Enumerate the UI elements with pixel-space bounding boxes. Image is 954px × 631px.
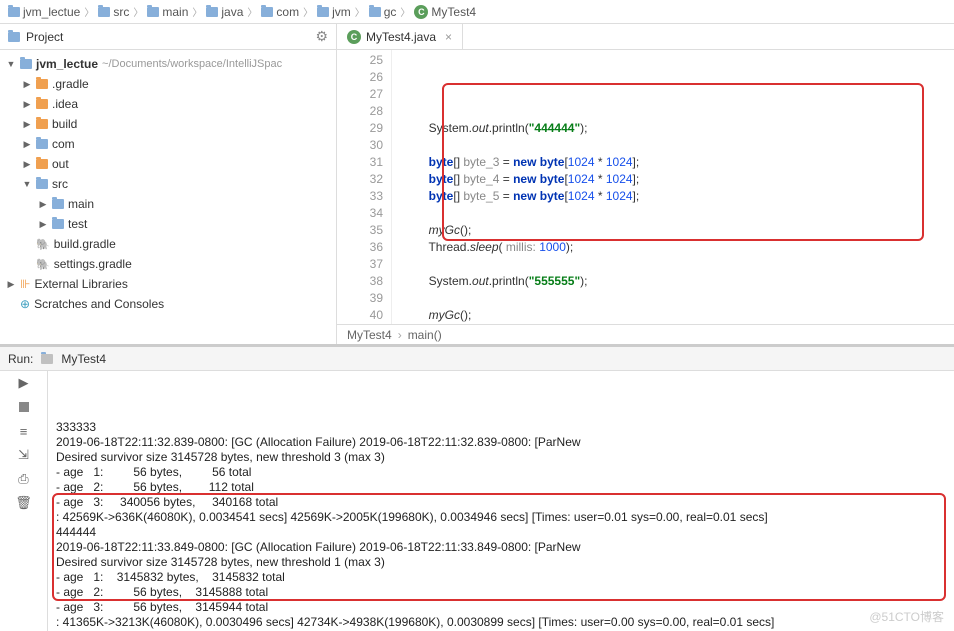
rerun-icon[interactable]: ▶	[16, 375, 32, 391]
watermark: @51CTO博客	[869, 608, 944, 625]
console-line: 333333	[56, 420, 946, 435]
tree-item[interactable]: ▶main	[0, 194, 336, 214]
editor-body[interactable]: 25262728293031323334353637383940414243 S…	[337, 50, 954, 324]
folder-icon	[36, 139, 48, 149]
breadcrumb-item[interactable]: gc	[369, 5, 397, 19]
print-icon[interactable]: ⎙	[16, 471, 32, 487]
gradle-icon: 🐘	[36, 258, 50, 271]
breadcrumb-item[interactable]: main	[147, 5, 188, 19]
class-icon: C	[347, 30, 361, 44]
tab-mytest4[interactable]: C MyTest4.java ×	[337, 24, 463, 49]
console-line: Desired survivor size 3145728 bytes, new…	[56, 450, 946, 465]
code-area[interactable]: System.out.println("444444"); byte[] byt…	[392, 50, 954, 324]
run-header: Run: MyTest4	[0, 347, 954, 371]
tree-item[interactable]: ▶test	[0, 214, 336, 234]
folder-icon	[20, 59, 32, 69]
run-config-icon	[41, 354, 53, 364]
folder-icon	[36, 79, 48, 89]
external-libraries[interactable]: ▶ ⊪ External Libraries	[0, 274, 336, 294]
code-line[interactable]: Thread.sleep( millis: 1000);	[402, 239, 954, 256]
tree-root[interactable]: ▼ jvm_lectue ~/Documents/workspace/Intel…	[0, 54, 336, 74]
tree-item[interactable]: ▶com	[0, 134, 336, 154]
tree-item[interactable]: ▶out	[0, 154, 336, 174]
console-output[interactable]: 3333332019-06-18T22:11:32.839-0800: [GC …	[48, 371, 954, 631]
editor-panel: C MyTest4.java × 25262728293031323334353…	[337, 24, 954, 344]
folder-icon	[36, 119, 48, 129]
run-tool-window: Run: MyTest4 ▶ ≡ ⇲ ⎙ 🗑 3333332019-06-18T…	[0, 344, 954, 631]
close-icon[interactable]: ×	[445, 30, 452, 44]
folder-icon	[369, 7, 381, 17]
tree-item[interactable]: 🐘build.gradle	[0, 234, 336, 254]
project-header[interactable]: Project ⚙	[0, 24, 336, 50]
line-gutter: 25262728293031323334353637383940414243	[337, 50, 392, 324]
folder-icon	[52, 219, 64, 229]
folder-icon	[98, 7, 110, 17]
folder-icon	[52, 199, 64, 209]
project-tool-window: Project ⚙ ▼ jvm_lectue ~/Documents/works…	[0, 24, 337, 344]
scratches[interactable]: ⊕ Scratches and Consoles	[0, 294, 336, 314]
code-line[interactable]	[402, 290, 954, 307]
folder-icon	[261, 7, 273, 17]
editor-breadcrumb[interactable]: MyTest4 › main()	[337, 324, 954, 344]
tree-item[interactable]: ▼src	[0, 174, 336, 194]
folder-icon	[8, 7, 20, 17]
run-label: Run:	[8, 352, 33, 366]
export-icon[interactable]: ⇲	[16, 447, 32, 463]
code-line[interactable]	[402, 256, 954, 273]
gradle-icon: 🐘	[36, 238, 50, 251]
run-toolbar: ▶ ≡ ⇲ ⎙ 🗑	[0, 371, 48, 631]
code-line[interactable]: System.out.println("555555");	[402, 273, 954, 290]
editor-tabs: C MyTest4.java ×	[337, 24, 954, 50]
class-icon: C	[414, 5, 428, 19]
project-title: Project	[26, 30, 63, 44]
folder-icon	[317, 7, 329, 17]
tree-item[interactable]: 🐘settings.gradle	[0, 254, 336, 274]
tree-item[interactable]: ▶.gradle	[0, 74, 336, 94]
folder-icon	[147, 7, 159, 17]
breadcrumb-item[interactable]: jvm_lectue	[8, 5, 80, 19]
console-line: 2019-06-18T22:11:32.839-0800: [GC (Alloc…	[56, 435, 946, 450]
breadcrumb-item[interactable]: jvm	[317, 5, 351, 19]
console-line: - age 3: 56 bytes, 3145944 total	[56, 600, 946, 615]
highlight-box	[442, 83, 924, 241]
breadcrumb-item[interactable]: com	[261, 5, 299, 19]
scratch-icon: ⊕	[20, 297, 30, 311]
stop-icon[interactable]	[16, 399, 32, 415]
project-tree[interactable]: ▼ jvm_lectue ~/Documents/workspace/Intel…	[0, 50, 336, 318]
folder-icon	[206, 7, 218, 17]
breadcrumb-item[interactable]: java	[206, 5, 243, 19]
folder-icon	[36, 179, 48, 189]
breadcrumb: jvm_lectue〉src〉main〉java〉com〉jvm〉gc〉CMyT…	[0, 0, 954, 24]
console-line: : 41365K->3213K(46080K), 0.0030496 secs]…	[56, 615, 946, 630]
layout-icon[interactable]: ≡	[16, 423, 32, 439]
library-icon: ⊪	[20, 277, 30, 291]
run-config-name[interactable]: MyTest4	[61, 352, 106, 366]
tree-item[interactable]: ▶build	[0, 114, 336, 134]
tree-item[interactable]: ▶.idea	[0, 94, 336, 114]
highlight-box-console	[52, 493, 946, 601]
code-line[interactable]: myGc();	[402, 307, 954, 324]
project-icon	[8, 32, 20, 42]
folder-icon	[36, 99, 48, 109]
gear-icon[interactable]: ⚙	[315, 28, 328, 45]
trash-icon[interactable]: 🗑	[16, 495, 32, 511]
breadcrumb-item[interactable]: CMyTest4	[414, 5, 476, 19]
console-line: - age 1: 56 bytes, 56 total	[56, 465, 946, 480]
folder-icon	[36, 159, 48, 169]
breadcrumb-item[interactable]: src	[98, 5, 129, 19]
